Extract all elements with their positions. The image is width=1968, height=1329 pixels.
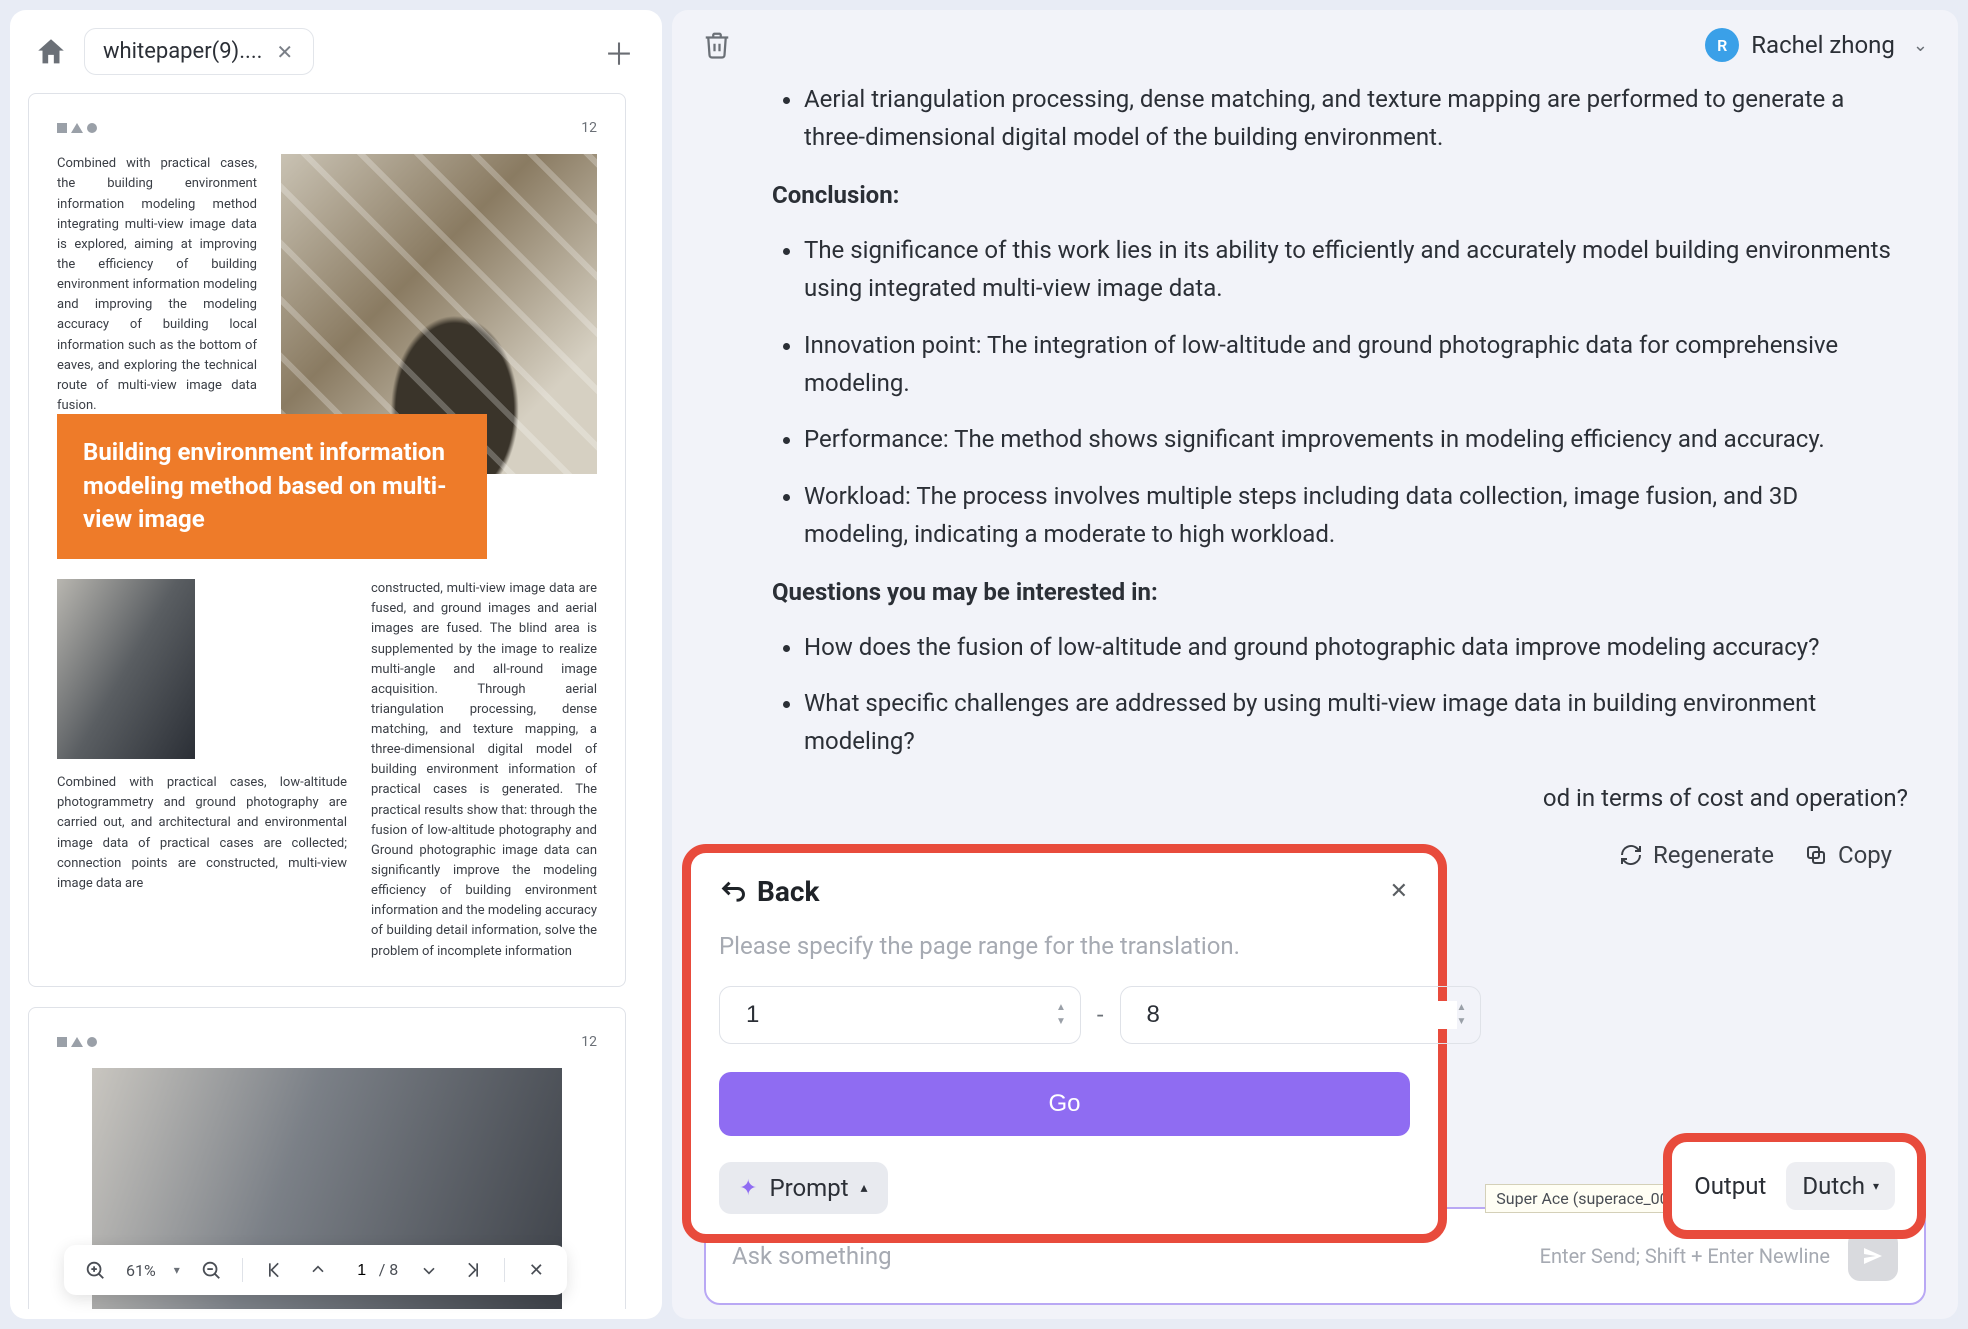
page-paragraph: constructed, multi-view image data are f… <box>371 579 597 962</box>
page-range-row: ▲▼ - ▲▼ <box>719 986 1410 1044</box>
chevron-down-icon: ▼ <box>1457 1017 1467 1027</box>
output-language-select[interactable]: Dutch ▾ <box>1786 1162 1895 1210</box>
back-button[interactable]: Back <box>719 875 1410 908</box>
close-popup-button[interactable]: ✕ <box>1390 879 1408 904</box>
page-number: 12 <box>581 118 597 138</box>
list-item: What specific challenges are addressed b… <box>804 684 1908 761</box>
page-total: 8 <box>389 1260 398 1279</box>
chevron-down-icon: ▾ <box>1873 1179 1879 1193</box>
page-shapes-icon <box>57 1037 97 1047</box>
ask-hint: Enter Send; Shift + Enter Newline <box>1540 1244 1830 1268</box>
list-item: Aerial triangulation processing, dense m… <box>804 80 1908 157</box>
range-to-input[interactable]: ▲▼ <box>1120 986 1482 1044</box>
regenerate-button[interactable]: Regenerate <box>1619 841 1774 869</box>
page-number: 12 <box>581 1032 597 1052</box>
sparkle-icon: ✦ <box>739 1176 757 1201</box>
page-shapes-icon <box>57 123 97 133</box>
close-icon[interactable]: ✕ <box>276 40 293 64</box>
document-viewport: 12 Combined with practical cases, the bu… <box>10 93 662 1319</box>
document-toolbar: 61% ▾ / 8 <box>64 1245 567 1295</box>
chevron-up-icon: ▲ <box>1056 1003 1066 1013</box>
questions-heading: Questions you may be interested in: <box>772 578 1908 606</box>
page-title-box: Building environment information modelin… <box>57 414 487 559</box>
page-image-person <box>57 579 195 759</box>
document-page: 12 Combined with practical cases, the bu… <box>28 93 626 987</box>
list-item: How does the fusion of low-altitude and … <box>804 628 1908 666</box>
bullet-list: How does the fusion of low-altitude and … <box>804 628 1908 818</box>
prompt-chip[interactable]: ✦ Prompt ▴ <box>719 1162 888 1214</box>
go-button[interactable]: Go <box>719 1072 1410 1136</box>
avatar: R <box>1705 28 1739 62</box>
list-item: Workload: The process involves multiple … <box>804 477 1908 554</box>
user-menu[interactable]: R Rachel zhong ⌄ <box>1705 28 1928 62</box>
chevron-down-icon: ⌄ <box>1913 35 1928 56</box>
last-page-button[interactable] <box>460 1257 486 1283</box>
copy-button[interactable]: Copy <box>1804 841 1892 869</box>
username: Rachel zhong <box>1751 31 1895 59</box>
tab-label: whitepaper(9).... <box>103 39 262 64</box>
prev-page-button[interactable] <box>305 1257 331 1283</box>
output-label: Output <box>1694 1172 1766 1200</box>
ask-placeholder: Ask something <box>732 1242 1540 1270</box>
document-tab[interactable]: whitepaper(9).... ✕ <box>84 28 314 75</box>
list-item: The significance of this work lies in it… <box>804 231 1908 308</box>
range-from-input[interactable]: ▲▼ <box>719 986 1081 1044</box>
range-dash: - <box>1097 1001 1104 1029</box>
stepper[interactable]: ▲▼ <box>1056 1003 1066 1027</box>
bullet-list: Aerial triangulation processing, dense m… <box>804 80 1908 157</box>
trash-icon[interactable] <box>702 30 732 60</box>
translate-popup: Back ✕ Please specify the page range for… <box>682 844 1447 1243</box>
conclusion-heading: Conclusion: <box>772 181 1908 209</box>
chevron-up-icon: ▲ <box>1457 1003 1467 1013</box>
page-current-input[interactable] <box>349 1262 375 1280</box>
chevron-down-icon[interactable]: ▾ <box>174 1263 180 1277</box>
chevron-down-icon: ▼ <box>1056 1017 1066 1027</box>
popup-description: Please specify the page range for the tr… <box>719 932 1410 960</box>
output-language-box: Output Dutch ▾ <box>1663 1133 1926 1239</box>
chevron-up-icon: ▴ <box>861 1180 868 1196</box>
zoom-in-button[interactable] <box>82 1257 108 1283</box>
bullet-list: The significance of this work lies in it… <box>804 231 1908 554</box>
left-panel: whitepaper(9).... ✕ ＋ 12 Combined with p… <box>10 10 662 1319</box>
list-item: Performance: The method shows significan… <box>804 420 1908 458</box>
tabbar: whitepaper(9).... ✕ ＋ <box>10 10 662 93</box>
zoom-out-button[interactable] <box>198 1257 224 1283</box>
list-item: od in terms of cost and operation? <box>1204 779 1908 817</box>
document-scroll[interactable]: 12 Combined with practical cases, the bu… <box>28 93 644 1309</box>
list-item: Innovation point: The integration of low… <box>804 326 1908 403</box>
zoom-level[interactable]: 61% <box>126 1261 156 1280</box>
page-counter: / 8 <box>349 1260 399 1280</box>
right-panel: R Rachel zhong ⌄ Aerial triangulation pr… <box>672 10 1958 1319</box>
next-page-button[interactable] <box>416 1257 442 1283</box>
right-header: R Rachel zhong ⌄ <box>672 10 1958 80</box>
add-tab-button[interactable]: ＋ <box>600 33 638 71</box>
home-icon[interactable] <box>34 35 68 69</box>
close-toolbar-button[interactable]: ✕ <box>523 1257 549 1283</box>
stepper[interactable]: ▲▼ <box>1457 1003 1467 1027</box>
first-page-button[interactable] <box>261 1257 287 1283</box>
page-paragraph: Combined with practical cases, low-altit… <box>57 773 347 894</box>
